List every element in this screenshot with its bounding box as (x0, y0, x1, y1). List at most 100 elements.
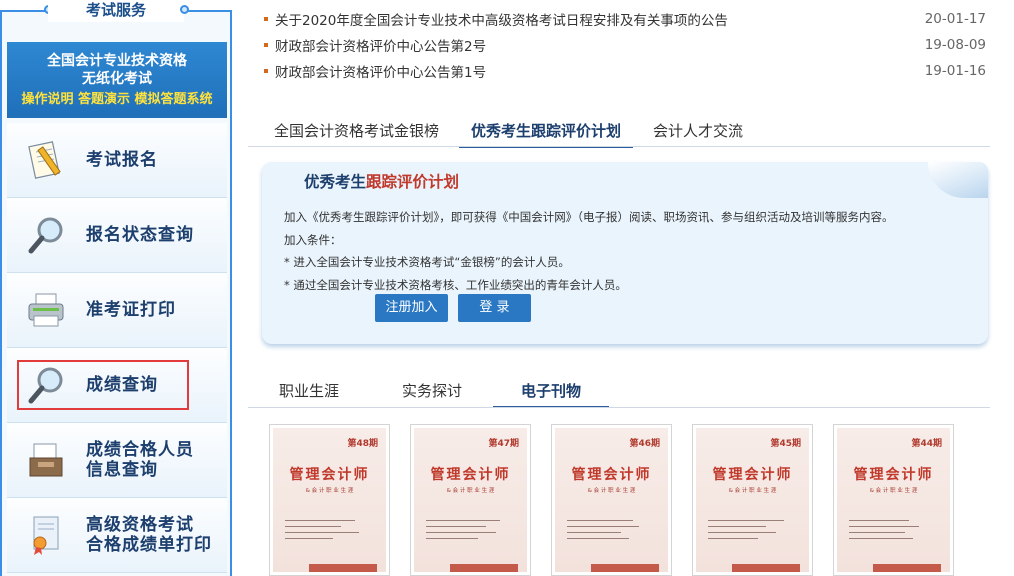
menu-item-qualified-info[interactable]: 成绩合格人员 信息查询 (7, 423, 227, 498)
menu-item-label: 考试报名 (86, 150, 158, 170)
bullet-icon (264, 17, 268, 21)
journal-covers: 第48期 管理会计师 & 会 计 职 业 生 涯 第47期 管理会计师 & 会 … (269, 424, 974, 576)
main-content: 关于2020年度全国会计专业技术中高级资格考试日程安排及有关事项的公告 20-0… (248, 0, 990, 576)
tab-practice[interactable]: 实务探讨 (389, 376, 475, 406)
certificate-ribbon-icon (33, 516, 59, 555)
journal-cover[interactable]: 第48期 管理会计师 & 会 计 职 业 生 涯 (269, 424, 390, 576)
label-line: 信息查询 (86, 460, 158, 480)
selection-highlight (17, 360, 189, 410)
banner-line2: 无纸化考试 (82, 71, 152, 87)
panel-title-part: 跟踪评价计划 (366, 173, 460, 191)
journal-cover[interactable]: 第47期 管理会计师 & 会 计 职 业 生 涯 (410, 424, 531, 576)
announcement-date: 20-01-17 (924, 11, 986, 27)
service-menu: 考试报名 报名状态查询 准考证打印 成绩查询 成绩合格人员 信息查询 高级资格考… (7, 123, 227, 573)
cover-footer-band (873, 564, 941, 572)
label-line: 合格成绩单打印 (86, 535, 212, 555)
cover-text-line (708, 532, 776, 533)
cover-page: 第47期 管理会计师 & 会 计 职 业 生 涯 (414, 428, 527, 572)
login-button[interactable]: 登 录 (458, 294, 531, 322)
label-line: 成绩合格人员 (86, 440, 194, 460)
announcement-list: 关于2020年度全国会计专业技术中高级资格考试日程安排及有关事项的公告 20-0… (264, 6, 986, 84)
cover-text-line (567, 538, 629, 539)
announcement-date: 19-08-09 (924, 37, 986, 53)
panel-body: 加入《优秀考生跟踪评价计划》，即可获得《中国会计网》（电子报）阅读、职场资讯、参… (284, 206, 894, 296)
tab-e-journal[interactable]: 电子刊物 (493, 376, 610, 408)
cover-footer-band (732, 564, 800, 572)
menu-item-label: 报名状态查询 (86, 225, 194, 245)
cover-footer-band (450, 564, 518, 572)
label-line: 高级资格考试 (86, 515, 194, 535)
menu-item-admission-print[interactable]: 准考证打印 (7, 273, 227, 348)
tab-career[interactable]: 职业生涯 (266, 376, 352, 406)
cover-title: 管理会计师 (571, 467, 652, 483)
cover-footer-band (591, 564, 659, 572)
cover-subtitle: & 会 计 职 业 生 涯 (869, 488, 918, 494)
list-item[interactable]: 财政部会计资格评价中心公告第1号 19-01-16 (264, 58, 986, 84)
cover-text-line (426, 532, 496, 533)
cover-subtitle: & 会 计 职 业 生 涯 (305, 488, 354, 494)
cover-title: 管理会计师 (712, 467, 793, 483)
panel-title-part: 优秀考生 (304, 173, 367, 191)
cover-text-line (285, 532, 359, 533)
cover-page: 第46期 管理会计师 & 会 计 职 业 生 涯 (555, 428, 668, 572)
menu-item-senior-scorecard-print[interactable]: 高级资格考试 合格成绩单打印 (7, 498, 227, 573)
cover-text-line (285, 538, 333, 539)
cover-page: 第44期 管理会计师 & 会 计 职 业 生 涯 (837, 428, 950, 572)
inbox-tray-icon (29, 443, 63, 477)
menu-item-registration-status[interactable]: 报名状态查询 (7, 198, 227, 273)
cover-issue: 第45期 (770, 439, 801, 449)
cover-text-line (849, 520, 909, 521)
journal-cover[interactable]: 第46期 管理会计师 & 会 计 职 业 生 涯 (551, 424, 672, 576)
decor-dot-icon (180, 5, 189, 14)
journal-cover[interactable]: 第44期 管理会计师 & 会 计 职 业 生 涯 (833, 424, 954, 576)
tab-divider (248, 146, 990, 147)
condition-item: * 进入全国会计专业技术资格考试“金银榜”的会计人员。 (284, 255, 570, 269)
tab-gold-silver-list[interactable]: 全国会计资格考试金银榜 (262, 116, 451, 146)
cover-text-line (567, 526, 639, 527)
menu-item-label: 成绩合格人员 信息查询 (86, 440, 194, 480)
banner-line1: 全国会计专业技术资格 (47, 53, 187, 69)
cover-text-line (567, 520, 633, 521)
cover-text-line (708, 520, 784, 521)
cover-page: 第45期 管理会计师 & 会 计 职 业 生 涯 (696, 428, 809, 572)
content-tabs: 职业生涯 实务探讨 电子刊物 (266, 376, 610, 408)
condition-item: * 通过全国会计专业技术资格考核、工作业绩突出的青年会计人员。 (284, 277, 627, 292)
panel-description: 加入《优秀考生跟踪评价计划》，即可获得《中国会计网》（电子报）阅读、职场资讯、参… (284, 210, 894, 224)
tab-talent-exchange[interactable]: 会计人才交流 (641, 116, 755, 146)
list-item[interactable]: 财政部会计资格评价中心公告第2号 19-08-09 (264, 32, 986, 58)
sidebar-title: 考试服务 (48, 0, 184, 22)
announcement-title[interactable]: 财政部会计资格评价中心公告第1号 (275, 61, 896, 81)
announcement-title[interactable]: 关于2020年度全国会计专业技术中高级资格考试日程安排及有关事项的公告 (275, 9, 896, 29)
bullet-icon (264, 69, 268, 73)
printer-icon (28, 293, 64, 327)
cover-subtitle: & 会 计 职 业 生 涯 (728, 488, 777, 494)
menu-item-label: 准考证打印 (86, 300, 176, 320)
cover-text-line (708, 526, 766, 527)
announcement-date: 19-01-16 (924, 63, 986, 79)
cover-subtitle: & 会 计 职 业 生 涯 (446, 488, 495, 494)
announcement-title[interactable]: 财政部会计资格评价中心公告第2号 (275, 35, 896, 55)
tab-divider (248, 407, 990, 408)
list-item[interactable]: 关于2020年度全国会计专业技术中高级资格考试日程安排及有关事项的公告 20-0… (264, 6, 986, 32)
journal-cover[interactable]: 第45期 管理会计师 & 会 计 职 业 生 涯 (692, 424, 813, 576)
cover-text-line (708, 538, 758, 539)
program-tabs: 全国会计资格考试金银榜 优秀考生跟踪评价计划 会计人才交流 (262, 116, 755, 148)
cover-text-line (285, 520, 355, 521)
cover-title: 管理会计师 (289, 467, 370, 483)
bullet-icon (264, 43, 268, 47)
menu-item-exam-registration[interactable]: 考试报名 (7, 123, 227, 198)
menu-item-score-query[interactable]: 成绩查询 (7, 348, 227, 423)
cover-text-line (849, 532, 905, 533)
cover-text-line (426, 526, 486, 527)
plan-panel: 优秀考生跟踪评价计划 加入《优秀考生跟踪评价计划》，即可获得《中国会计网》（电子… (262, 162, 988, 344)
cover-issue: 第48期 (347, 439, 378, 449)
page-curl-decor (928, 162, 988, 198)
sidebar: 考试服务 全国会计专业技术资格 无纸化考试 操作说明 答题演示 模拟答题系统 考… (0, 0, 234, 576)
banner-links[interactable]: 操作说明 答题演示 模拟答题系统 (7, 90, 227, 110)
register-button[interactable]: 注册加入 (375, 294, 448, 322)
panel-title: 优秀考生跟踪评价计划 (304, 170, 459, 192)
menu-item-label: 高级资格考试 合格成绩单打印 (86, 515, 212, 555)
tab-excellent-candidate-plan[interactable]: 优秀考生跟踪评价计划 (459, 116, 634, 148)
cover-text-line (567, 532, 621, 533)
paperless-exam-banner[interactable]: 全国会计专业技术资格 无纸化考试 操作说明 答题演示 模拟答题系统 (7, 42, 227, 118)
